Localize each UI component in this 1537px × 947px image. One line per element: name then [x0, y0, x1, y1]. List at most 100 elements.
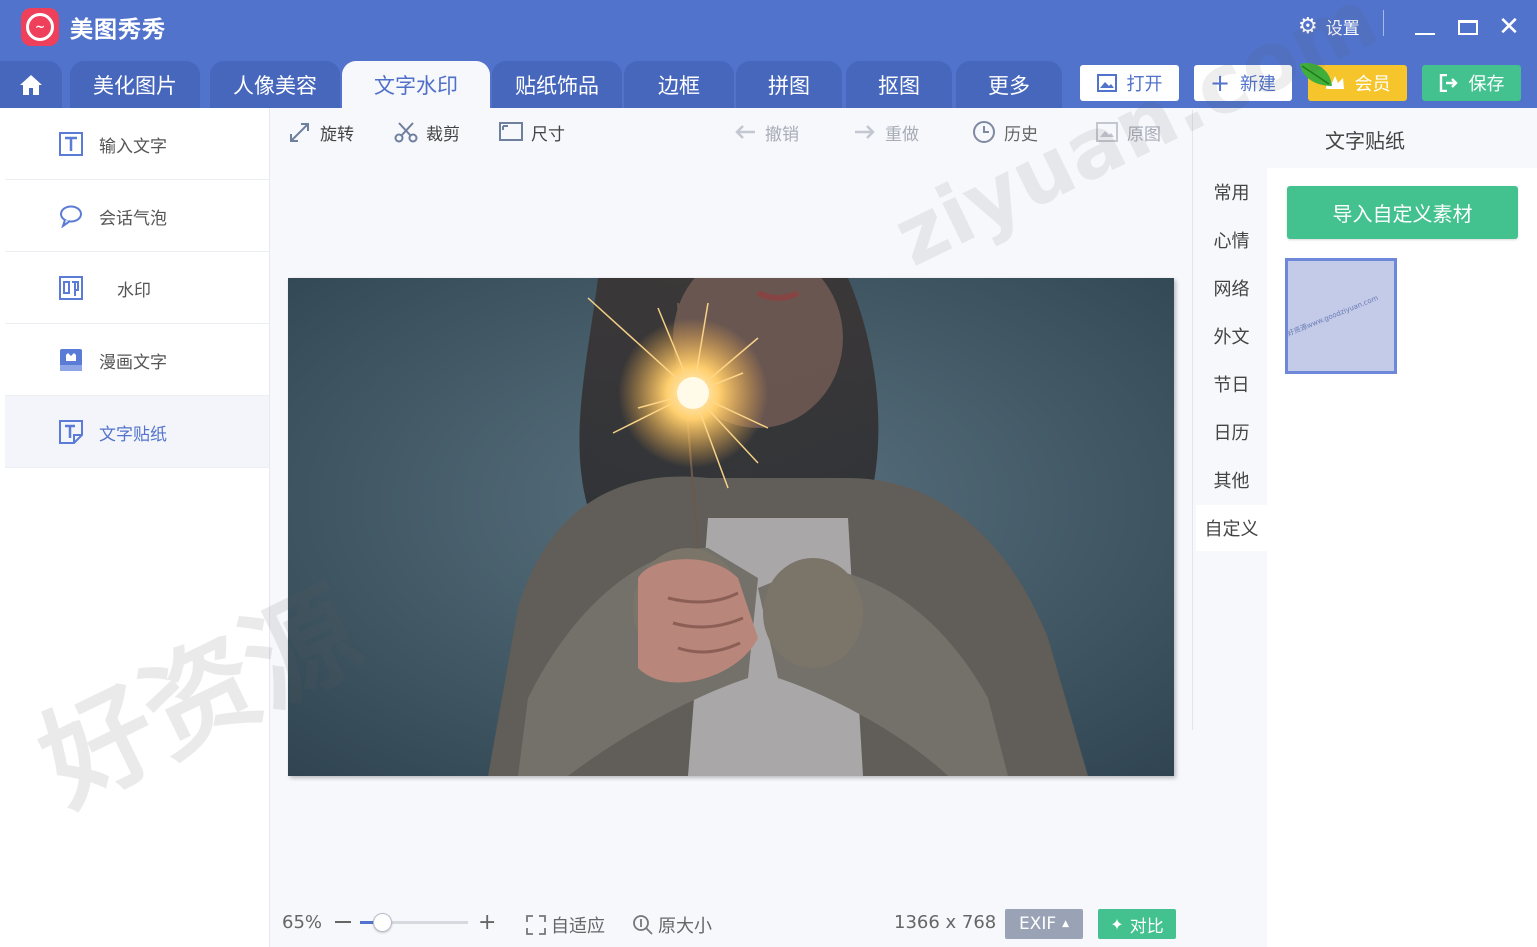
text-sticker-icon [59, 420, 83, 444]
left-item-comic-text[interactable]: 漫画文字 [5, 324, 269, 396]
home-tab[interactable] [0, 61, 62, 108]
title-bar: ~ 美图秀秀 ⚙ 设置 ✕ 美化图片 人像美容 文字水印 贴纸饰品 边框 拼图 … [0, 0, 1537, 108]
actual-size-button[interactable]: 原大小 [632, 912, 712, 938]
left-tool-panel: 输入文字 会话气泡 水印 漫画文字 文字贴纸 [0, 108, 270, 947]
tab-text-watermark[interactable]: 文字水印 [342, 61, 490, 108]
zoom-out-button[interactable] [335, 921, 351, 923]
fit-to-window-button[interactable]: 自适应 [525, 912, 605, 938]
redo-arrow-icon [855, 125, 875, 139]
new-button[interactable]: + 新建 [1194, 65, 1292, 101]
category-foreign[interactable]: 外文 [1196, 313, 1267, 359]
watermark-stamp-icon [59, 276, 83, 300]
category-internet[interactable]: 网络 [1196, 265, 1267, 311]
picture-icon [1096, 122, 1118, 142]
home-icon [20, 74, 42, 95]
open-label: 打开 [1126, 74, 1163, 95]
minimize-button[interactable] [1410, 12, 1440, 42]
actual-size-label: 原大小 [658, 916, 712, 937]
comic-text-icon [60, 349, 82, 371]
tab-more[interactable]: 更多 [956, 61, 1062, 108]
settings-label: 设置 [1325, 19, 1360, 39]
save-button[interactable]: 保存 [1422, 65, 1521, 101]
category-common[interactable]: 常用 [1196, 169, 1267, 215]
undo-button[interactable]: 撤销 [733, 120, 799, 145]
maximize-button[interactable] [1453, 12, 1483, 42]
tab-collage[interactable]: 拼图 [736, 61, 842, 108]
close-icon: ✕ [1498, 12, 1520, 42]
magnifier-icon [633, 915, 653, 935]
right-panel-title: 文字贴纸 [1325, 129, 1405, 153]
right-panel-divider [1192, 110, 1193, 730]
resize-frame-icon [499, 122, 523, 141]
app-logo-icon: ~ [21, 8, 59, 46]
redo-button[interactable]: 重做 [853, 120, 919, 145]
zoom-slider-handle[interactable] [372, 913, 392, 932]
speech-bubble-icon [60, 205, 82, 228]
left-item-label: 水印 [117, 281, 151, 301]
undo-label: 撤销 [765, 124, 799, 145]
category-holiday[interactable]: 节日 [1196, 361, 1267, 407]
zoom-percentage: 65% [282, 912, 323, 933]
sparkler-photo-image [288, 278, 1174, 776]
scissors-icon [394, 122, 418, 143]
left-item-label: 输入文字 [99, 137, 167, 157]
category-mood[interactable]: 心情 [1196, 217, 1267, 263]
rotate-arrow-icon [290, 123, 309, 142]
history-label: 历史 [1004, 124, 1038, 145]
image-icon [1096, 74, 1117, 92]
settings-button[interactable]: ⚙ 设置 [1298, 14, 1360, 39]
undo-arrow-icon [735, 125, 755, 139]
rotate-label: 旋转 [320, 124, 354, 145]
left-item-input-text[interactable]: 输入文字 [5, 108, 269, 180]
image-dimensions: 1366 x 768 [894, 912, 997, 933]
left-item-label: 漫画文字 [99, 353, 167, 373]
original-image-button[interactable]: 原图 [1095, 120, 1161, 145]
close-button[interactable]: ✕ [1494, 12, 1524, 42]
rotate-button[interactable]: 旋转 [288, 120, 354, 145]
tab-beautify[interactable]: 美化图片 [70, 61, 200, 108]
crop-label: 裁剪 [426, 124, 460, 145]
minimize-icon [1415, 33, 1435, 35]
app-title: 美图秀秀 [70, 17, 166, 43]
plus-icon: + [1209, 69, 1231, 97]
category-calendar[interactable]: 日历 [1196, 409, 1267, 455]
custom-sticker-thumbnail[interactable]: 好资源www.goodziyuan.com [1285, 258, 1397, 374]
caret-up-icon: ▲ [1062, 919, 1070, 929]
new-label: 新建 [1240, 74, 1277, 95]
zoom-in-button[interactable]: + [478, 912, 496, 934]
sticker-thumbnail-text: 好资源www.goodziyuan.com [1286, 294, 1380, 338]
open-button[interactable]: 打开 [1080, 65, 1179, 101]
tab-stickers[interactable]: 贴纸饰品 [492, 61, 622, 108]
tab-frame[interactable]: 边框 [624, 61, 734, 108]
size-button[interactable]: 尺寸 [499, 120, 565, 145]
compare-star-icon: ✦ [1110, 914, 1124, 934]
canvas-photo[interactable] [288, 278, 1174, 776]
vip-label: 会员 [1354, 74, 1391, 95]
fit-screen-icon [526, 915, 546, 935]
export-icon [1439, 74, 1458, 92]
size-label: 尺寸 [531, 124, 565, 145]
left-item-text-sticker[interactable]: 文字贴纸 [5, 396, 269, 468]
redo-label: 重做 [885, 124, 919, 145]
maximize-icon [1458, 19, 1478, 35]
save-label: 保存 [1468, 74, 1505, 95]
import-custom-material-button[interactable]: 导入自定义素材 [1287, 186, 1518, 239]
tab-portrait[interactable]: 人像美容 [210, 61, 340, 108]
history-button[interactable]: 历史 [972, 120, 1038, 145]
left-item-watermark[interactable]: 水印 [5, 252, 269, 324]
exif-label: EXIF [1018, 914, 1057, 934]
leaf-icon [1300, 62, 1332, 86]
left-item-label: 文字贴纸 [99, 425, 167, 445]
category-custom[interactable]: 自定义 [1196, 505, 1267, 551]
left-item-label: 会话气泡 [99, 209, 167, 229]
category-other[interactable]: 其他 [1196, 457, 1267, 503]
left-item-speech-bubble[interactable]: 会话气泡 [5, 180, 269, 252]
tab-cutout[interactable]: 抠图 [846, 61, 952, 108]
gear-icon: ⚙ [1298, 13, 1318, 39]
compare-label: 对比 [1129, 916, 1164, 937]
clock-icon [973, 121, 995, 143]
crop-button[interactable]: 裁剪 [394, 120, 460, 145]
titlebar-divider [1383, 10, 1384, 36]
exif-button[interactable]: EXIF ▲ [1005, 909, 1083, 939]
compare-button[interactable]: ✦ 对比 [1098, 909, 1176, 939]
